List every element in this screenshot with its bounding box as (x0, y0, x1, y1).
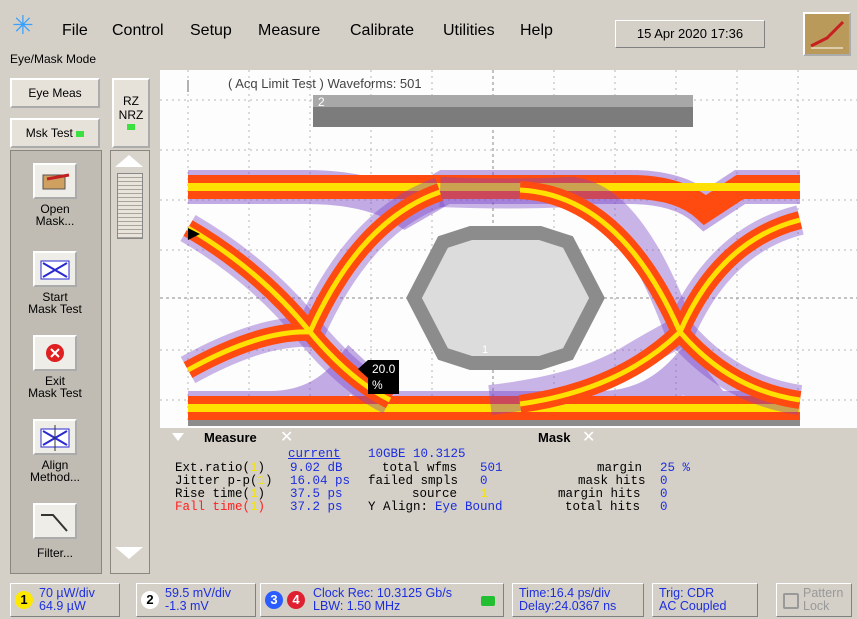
channel-2-box[interactable]: 2 59.5 mV/div -1.3 mV (136, 583, 256, 617)
menu-file[interactable]: File (62, 22, 88, 40)
clock-recovery-box[interactable]: 3 4 Clock Rec: 10.3125 Gb/s LBW: 1.50 MH… (260, 583, 504, 617)
pattern-lock-icon (783, 593, 799, 609)
measure-close-icon[interactable]: ✕ (280, 427, 293, 447)
measure-channel: 1 (250, 487, 258, 501)
start-mask-test-icon (33, 251, 77, 287)
open-mask-icon (33, 163, 77, 199)
percent-marker-label: 20.0 % (368, 360, 400, 394)
rz-nrz-toggle[interactable]: RZ NRZ (112, 78, 150, 148)
acquisition-title: ( Acq Limit Test ) Waveforms: 501 (228, 76, 422, 91)
msk-test-button[interactable]: Msk Test (10, 118, 100, 148)
mask-tab[interactable]: Mask ✕ (520, 428, 640, 446)
nrz-indicator-icon (127, 124, 135, 130)
rz-label: RZ (123, 94, 139, 108)
mask-standard: 10GBE 10.3125 (368, 447, 466, 461)
filter-label: Filter... (36, 546, 73, 560)
lock-icon (481, 596, 495, 606)
channel-1-box[interactable]: 1 70 µW/div 64.9 µW (10, 583, 120, 617)
agilent-logo-icon: ✳ (12, 10, 34, 40)
measure-value: 37.2 ps (290, 500, 343, 514)
collapse-icon[interactable] (172, 433, 184, 441)
mask-close-icon[interactable]: ✕ (582, 427, 595, 447)
menu-utilities[interactable]: Utilities (443, 22, 495, 40)
timebase-box[interactable]: Time:16.4 ps/div Delay:24.0367 ns (512, 583, 644, 617)
waveform-display[interactable]: 2 1 20.0 % (160, 70, 857, 445)
mask-region-label-2: 2 (318, 95, 325, 109)
loop-bandwidth: LBW: 1.50 MHz (313, 599, 401, 613)
mask-region-3 (188, 420, 800, 426)
menu-help[interactable]: Help (520, 22, 553, 40)
tool-panel: Open Mask... Start Mask Test Exit Mask T… (10, 150, 102, 574)
mask-region-1 (406, 226, 605, 370)
align-method-label-2: Method... (29, 470, 81, 484)
menu-bar: ✳ File Control Setup Measure Calibrate U… (0, 0, 857, 66)
y-align-value: Eye Bound (435, 500, 503, 514)
eye-meas-button[interactable]: Eye Meas (10, 78, 100, 108)
measure-name: Ext.ratio( (175, 461, 251, 475)
menu-control[interactable]: Control (112, 22, 164, 40)
channel-1-icon: 1 (15, 591, 33, 609)
channel-4-icon: 4 (287, 591, 305, 609)
current-header: current (288, 447, 341, 461)
open-mask-button[interactable]: Open Mask... (16, 163, 94, 227)
filter-button[interactable]: Filter... (16, 503, 94, 559)
msk-test-label: Msk Test (25, 126, 73, 140)
menu-setup[interactable]: Setup (190, 22, 232, 40)
channel-3-icon: 3 (265, 591, 283, 609)
pattern-lock-button[interactable]: Pattern Lock (776, 583, 852, 617)
measure-panel: Measure ✕ Mask ✕ current 10GBE 10.3125 E… (160, 428, 857, 528)
filter-icon (33, 503, 77, 539)
measure-name: Fall time( (175, 500, 251, 514)
start-mask-test-button[interactable]: Start Mask Test (16, 251, 94, 315)
measure-tab[interactable]: Measure ✕ (160, 428, 310, 446)
measure-name: Jitter p-p( (175, 474, 258, 488)
mode-label: Eye/Mask Mode (10, 52, 97, 66)
time-delay: Delay:24.0367 ns (519, 599, 617, 613)
measure-name: Rise time( (175, 487, 251, 501)
mask-tab-label: Mask (538, 430, 571, 445)
exit-mask-test-button[interactable]: Exit Mask Test (16, 335, 94, 399)
align-method-button[interactable]: Align Method... (16, 419, 94, 483)
margin-stat-name: total hits (565, 500, 641, 514)
menu-calibrate[interactable]: Calibrate (350, 22, 414, 40)
eye-meas-label: Eye Meas (28, 86, 82, 100)
trigger-box[interactable]: Trig: CDR AC Coupled (652, 583, 758, 617)
menu-measure[interactable]: Measure (258, 22, 320, 40)
start-mask-test-label-2: Mask Test (28, 302, 82, 316)
ch1-offset: 64.9 µW (39, 599, 86, 613)
app-logo-icon[interactable] (803, 12, 851, 56)
nrz-label: NRZ (118, 108, 144, 122)
scroll-down-icon[interactable] (115, 547, 143, 559)
channel-2-icon: 2 (141, 591, 159, 609)
scroll-thumb[interactable] (117, 173, 143, 239)
margin-stat-value: 0 (660, 500, 668, 514)
exit-mask-test-icon (33, 335, 77, 371)
eye-diagram (160, 70, 857, 426)
exit-mask-test-label-2: Mask Test (28, 386, 82, 400)
open-mask-label-2: Mask... (35, 214, 75, 228)
mask-region-label-1: 1 (482, 344, 489, 356)
measure-channel: 1 (250, 461, 258, 475)
measure-channel: 1 (250, 500, 258, 514)
y-align-label: Y Align: (368, 500, 429, 514)
msk-test-indicator-icon (76, 131, 85, 137)
date-time: 15 Apr 2020 17:36 (615, 20, 765, 48)
lock-label: Lock (803, 599, 830, 613)
measure-row[interactable]: Fall time(1) (175, 501, 265, 514)
ch2-offset: -1.3 mV (165, 599, 209, 613)
tool-scrollbar[interactable] (110, 150, 150, 574)
trigger-coupling: AC Coupled (659, 599, 727, 613)
measure-channel: 1 (257, 474, 266, 488)
align-method-icon (33, 419, 77, 455)
scroll-up-icon[interactable] (115, 155, 143, 167)
measure-tab-label: Measure (204, 430, 257, 445)
